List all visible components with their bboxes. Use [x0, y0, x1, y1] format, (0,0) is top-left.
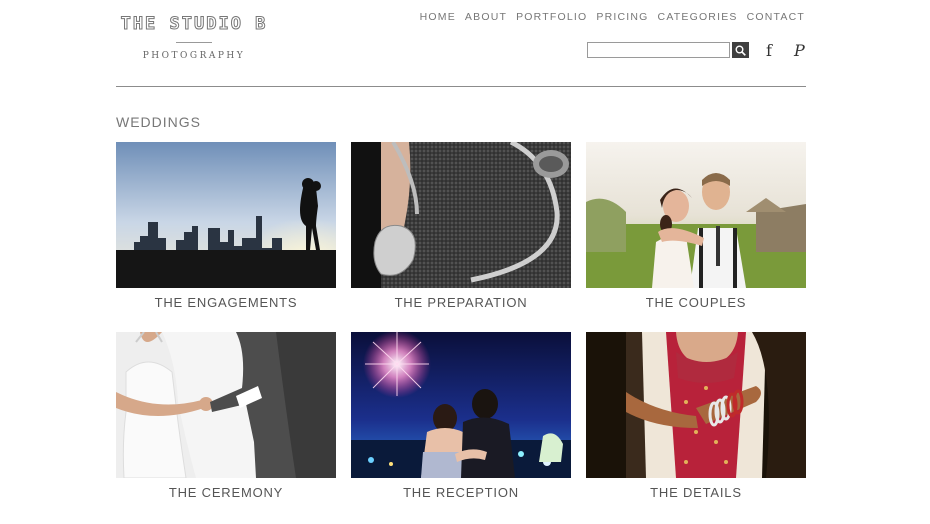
tile-caption: THE COUPLES [645, 295, 747, 310]
header-divider [116, 86, 806, 87]
gallery-tile-reception[interactable]: THE RECEPTION [351, 332, 571, 500]
tile-caption: THE ENGAGEMENTS [154, 295, 298, 310]
gallery-tile-preparation[interactable]: THE PREPARATION [351, 142, 571, 310]
logo-subtitle: PHOTOGRAPHY [142, 51, 246, 61]
main-nav: HOME ABOUT PORTFOLIO PRICING CATEGORIES … [420, 11, 805, 23]
couples-photo [586, 142, 806, 288]
gallery-tile-details[interactable]: THE DETAILS [586, 332, 806, 500]
facebook-icon[interactable]: f [766, 41, 772, 60]
details-photo [586, 332, 806, 478]
gallery-tile-ceremony[interactable]: THE CEREMONY [116, 332, 336, 500]
search-icon [735, 45, 746, 56]
engagements-photo [116, 142, 336, 288]
nav-contact[interactable]: CONTACT [747, 11, 805, 23]
gallery-tile-couples[interactable]: THE COUPLES [586, 142, 806, 310]
tile-caption: THE CEREMONY [168, 485, 284, 500]
preparation-photo [351, 142, 571, 288]
tile-caption: THE PREPARATION [394, 295, 528, 310]
logo-title: THE STUDIO B [120, 14, 268, 35]
ceremony-photo [116, 332, 336, 478]
tile-caption: THE DETAILS [650, 485, 742, 500]
search-bar [587, 42, 749, 58]
site-logo[interactable]: THE STUDIO B PHOTOGRAPHY [118, 14, 270, 62]
nav-categories[interactable]: CATEGORIES [658, 11, 738, 23]
gallery-tile-engagements[interactable]: THE ENGAGEMENTS [116, 142, 336, 310]
search-input[interactable] [587, 42, 730, 58]
nav-pricing[interactable]: PRICING [596, 11, 648, 23]
reception-photo [351, 332, 571, 478]
nav-about[interactable]: ABOUT [465, 11, 507, 23]
section-title: WEDDINGS [116, 114, 201, 130]
nav-home[interactable]: HOME [420, 11, 456, 23]
logo-divider [176, 42, 212, 43]
search-button[interactable] [732, 42, 749, 58]
pinterest-icon[interactable]: P [794, 41, 805, 60]
nav-portfolio[interactable]: PORTFOLIO [516, 11, 587, 23]
tile-caption: THE RECEPTION [403, 485, 519, 500]
